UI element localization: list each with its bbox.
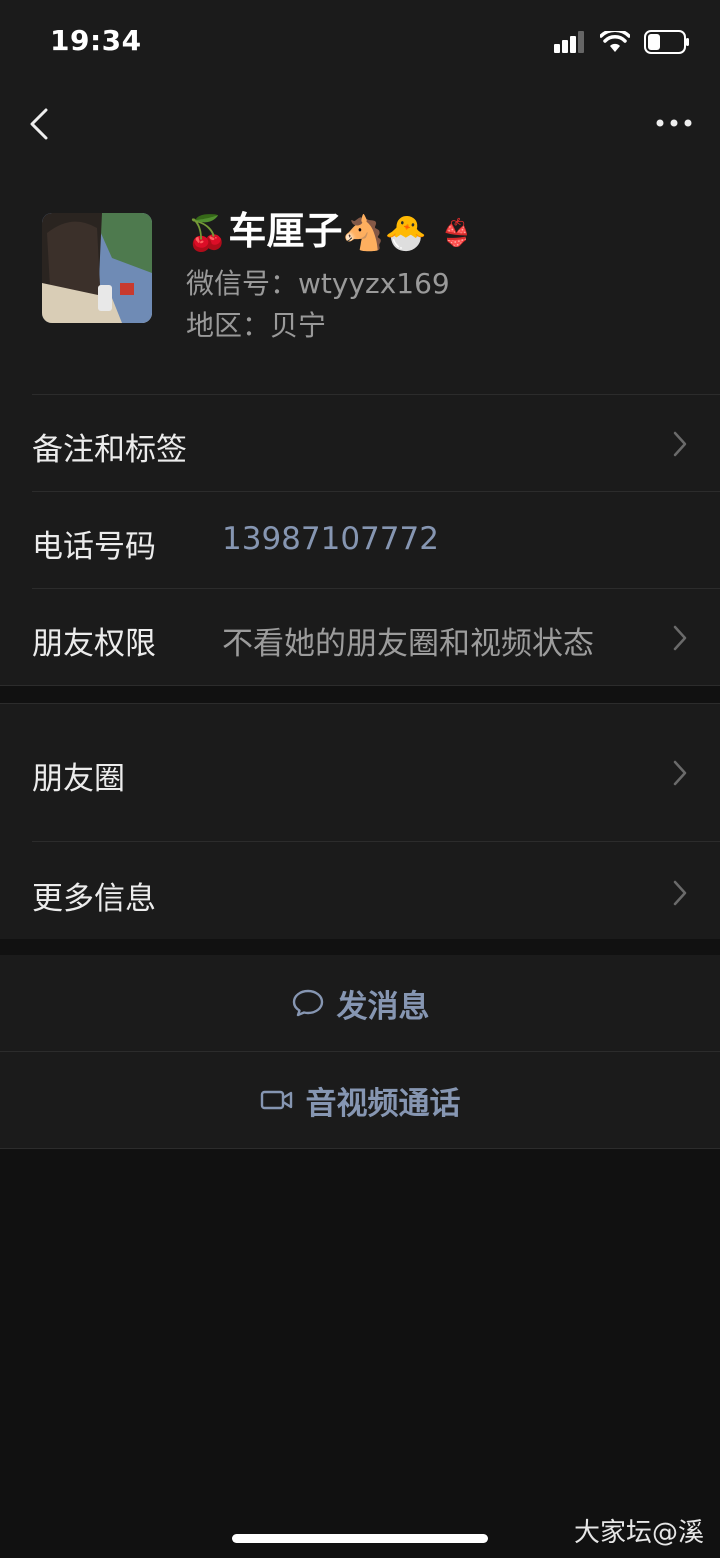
send-message-label: 发消息 <box>336 988 430 1025</box>
more-icon[interactable] <box>654 108 694 138</box>
divider <box>0 1148 720 1149</box>
contact-name-text: 车厘子 <box>228 209 343 253</box>
moments-group: 朋友圈 更多信息 <box>0 703 720 939</box>
info-group: 备注和标签 电话号码 13987107772 朋友权限 不看她的朋友圈和视频状态 <box>0 394 720 686</box>
chevron-right-icon <box>673 431 687 457</box>
gender-badge: 👙 <box>440 218 473 249</box>
chevron-right-icon <box>673 880 687 906</box>
wifi-icon <box>600 31 630 52</box>
status-icons <box>554 30 690 54</box>
nav-bar <box>0 88 720 158</box>
row-phone[interactable]: 电话号码 13987107772 <box>0 491 720 588</box>
row-label: 更多信息 <box>32 881 156 917</box>
chevron-right-icon <box>673 625 687 651</box>
video-camera-icon <box>260 1090 292 1110</box>
contact-name: 🍒车厘子🐴🐣 👙 <box>186 200 473 255</box>
divider <box>0 685 720 686</box>
avatar-photo <box>42 213 152 323</box>
signal-icon <box>554 31 584 53</box>
back-icon[interactable] <box>24 104 60 144</box>
row-friend-permissions[interactable]: 朋友权限 不看她的朋友圈和视频状态 <box>0 588 720 686</box>
voice-video-call-button[interactable]: 音视频通话 <box>0 1052 720 1148</box>
battery-icon <box>644 30 689 54</box>
row-remark-tags[interactable]: 备注和标签 <box>0 394 720 491</box>
chevron-right-icon <box>673 760 687 786</box>
row-label: 朋友圈 <box>32 761 125 797</box>
send-message-button[interactable]: 发消息 <box>0 955 720 1051</box>
row-label: 备注和标签 <box>32 432 187 468</box>
voice-video-call-label: 音视频通话 <box>305 1085 461 1122</box>
row-more-info[interactable]: 更多信息 <box>0 841 720 939</box>
chat-bubble-icon <box>292 989 323 1017</box>
permission-value: 不看她的朋友圈和视频状态 <box>222 626 594 662</box>
region: 地区：贝宁 <box>186 309 327 342</box>
cherry-emoji: 🍒 <box>186 213 229 254</box>
home-indicator[interactable] <box>232 1534 488 1543</box>
status-bar: 19:34 <box>0 0 720 88</box>
status-time: 19:34 <box>50 24 142 57</box>
profile-header: 🍒车厘子🐴🐣 👙 微信号：wtyyzx169 地区：贝宁 <box>0 158 720 394</box>
row-label: 电话号码 <box>32 529 156 565</box>
phone-number[interactable]: 13987107772 <box>222 521 439 557</box>
row-moments[interactable]: 朋友圈 <box>0 703 720 841</box>
row-label: 朋友权限 <box>32 626 156 662</box>
watermark: 大家坛@溪 <box>573 1518 704 1548</box>
avatar[interactable] <box>42 213 152 323</box>
name-emoji: 🐴🐣 <box>342 213 428 254</box>
wechat-id: 微信号：wtyyzx169 <box>186 267 450 300</box>
